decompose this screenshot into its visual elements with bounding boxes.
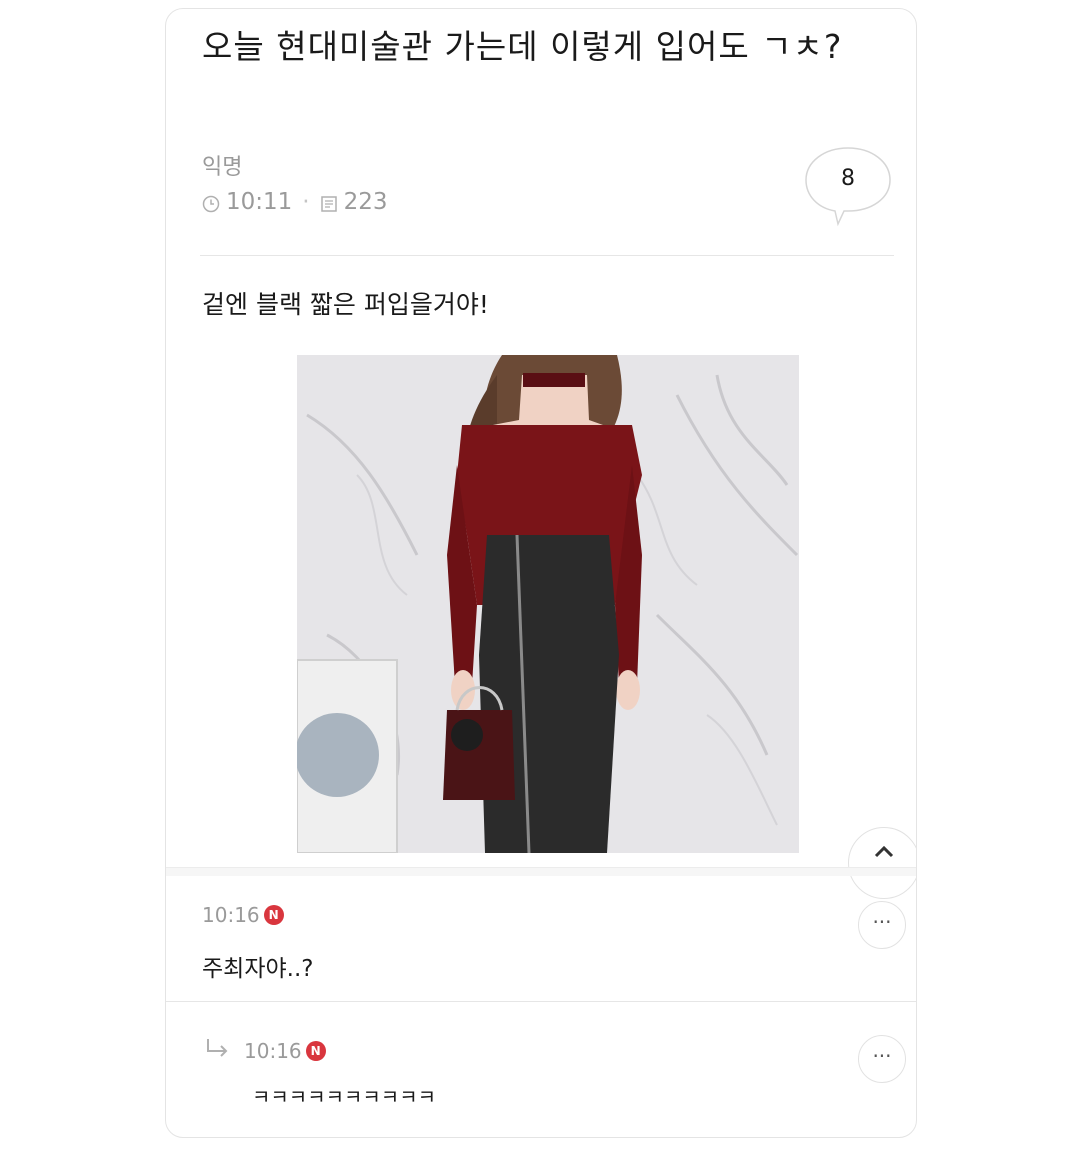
meta-separator: · bbox=[302, 189, 310, 215]
reply-text: ㅋㅋㅋㅋㅋㅋㅋㅋㅋㅋ bbox=[252, 1085, 436, 1109]
comment-meta: 10:16 N bbox=[202, 903, 284, 927]
author-name: 익명 bbox=[202, 155, 243, 180]
comment-count: 8 bbox=[841, 166, 855, 191]
comment-count-button[interactable]: 8 bbox=[802, 144, 894, 230]
chevron-up-icon bbox=[874, 845, 894, 858]
reply-meta: 10:16 N bbox=[204, 1037, 326, 1064]
comment-time: 10:16 bbox=[202, 903, 260, 927]
views-icon bbox=[320, 193, 338, 212]
new-badge: N bbox=[305, 1040, 326, 1061]
post-title: 오늘 현대미술관 가는데 이렇게 입어도 ㄱㅊ? bbox=[202, 27, 843, 66]
scroll-up-button[interactable] bbox=[848, 827, 916, 899]
post-photo[interactable] bbox=[297, 355, 799, 853]
post-card: 오늘 현대미술관 가는데 이렇게 입어도 ㄱㅊ? 익명 10:11 · 223 … bbox=[165, 8, 917, 1138]
new-badge: N bbox=[263, 905, 284, 925]
comment-text: 주최자야..? bbox=[202, 956, 314, 982]
reply-time: 10:16 bbox=[244, 1038, 302, 1063]
comment-more-button[interactable]: ··· bbox=[858, 901, 906, 949]
post-body: 겉엔 블랙 짧은 퍼입을거야! bbox=[202, 290, 489, 319]
comment-divider bbox=[166, 1001, 916, 1002]
header-divider bbox=[200, 255, 894, 256]
post-meta: 10:11 · 223 bbox=[202, 189, 388, 215]
reply-arrow-icon bbox=[204, 1037, 232, 1064]
view-count: 223 bbox=[343, 189, 388, 215]
clock-icon bbox=[202, 193, 220, 213]
comments-separator bbox=[166, 867, 916, 876]
reply-more-button[interactable]: ··· bbox=[858, 1035, 906, 1083]
post-time: 10:11 bbox=[226, 189, 293, 215]
